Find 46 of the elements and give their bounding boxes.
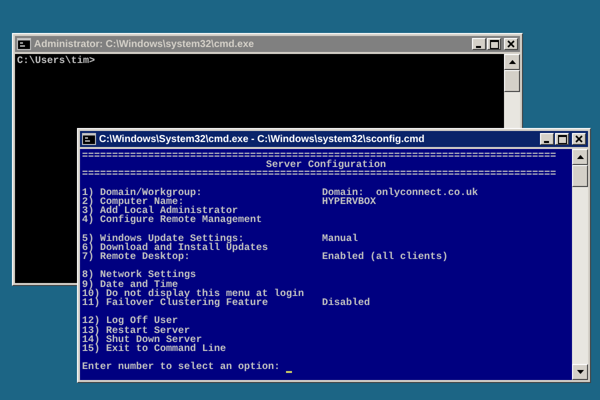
menu-option: 1) Domain/Workgroup: [82,188,322,198]
scrollbar[interactable] [572,149,588,380]
option-value: Manual [322,234,358,244]
close-icon [575,135,583,143]
menu-option: 4) Configure Remote Management [82,216,322,226]
menu-option: 11) Failover Clustering Feature [82,299,322,308]
option-value: Domain: onlyconnect.co.uk [322,188,478,198]
option-value: Disabled [322,299,370,308]
close-icon [507,40,515,48]
up-arrow-icon [508,60,516,64]
maximize-button[interactable] [487,38,501,50]
console-line: =============================================================================== [82,170,558,180]
window-title: Administrator: C:\Windows\system32\cmd.exe [34,38,255,50]
console-prompt: Enter number to select an option: [82,363,280,372]
option-value: Enabled (all clients) [322,253,448,262]
console-icon [82,133,96,145]
maximize-icon [558,134,566,144]
menu-option: C:\Users\tim> [17,57,258,66]
maximize-icon [490,40,498,48]
menu-option: 9) Date and Time [82,280,322,290]
scroll-thumb[interactable] [572,165,588,187]
maximize-button[interactable] [555,133,569,145]
menu-option: 5) Windows Update Settings: [82,234,322,244]
scroll-thumb[interactable] [504,70,520,92]
menu-option: 15) Exit to Command Line [82,344,322,354]
menu-option: 7) Remote Desktop: [82,253,322,262]
scrollbar[interactable] [504,54,520,128]
menu-option: 14) Shut Down Server [82,336,322,345]
option-value: HYPERVBOX [322,198,376,208]
down-arrow-icon [576,370,584,374]
cursor-icon [286,370,292,372]
window-title: C:\Windows\System32\cmd.exe - C:\Windows\system32\sconfig.cmd [99,134,426,144]
console-icon [17,38,31,50]
close-button[interactable] [572,133,586,145]
scroll-up-button[interactable] [504,54,520,70]
menu-option: 12) Log Off User [82,317,322,327]
menu-option: 10) Do not display this menu at login [82,290,322,299]
menu-option: 8) Network Settings [82,271,322,281]
close-button[interactable] [504,38,518,50]
minimize-button[interactable] [472,38,486,50]
minimize-button[interactable] [540,133,554,145]
scroll-up-button[interactable] [572,149,588,165]
up-arrow-icon [576,155,584,159]
menu-option: 13) Restart Server [82,326,322,336]
console-line: Server Configuration [266,161,386,170]
scroll-down-button[interactable] [572,364,588,380]
